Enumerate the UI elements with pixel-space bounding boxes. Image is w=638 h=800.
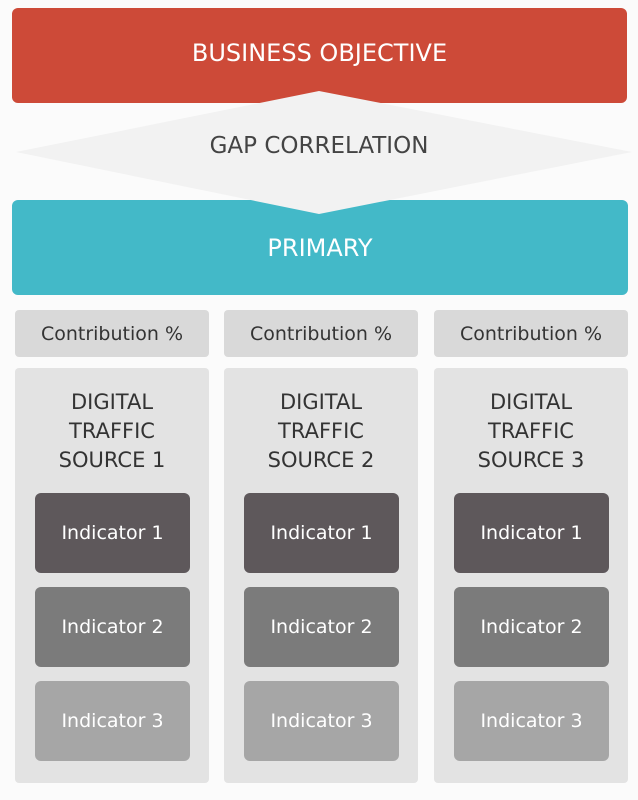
column-title: DIGITAL TRAFFIC SOURCE 3 bbox=[477, 390, 585, 472]
traffic-source-column-2: DIGITAL TRAFFIC SOURCE 2 Indicator 1 Indic… bbox=[224, 368, 418, 783]
indicator-3: Indicator 3 bbox=[244, 681, 399, 761]
indicator-2: Indicator 2 bbox=[454, 587, 609, 667]
gap-correlation-label: GAP CORRELATION bbox=[209, 133, 429, 159]
indicator-3: Indicator 3 bbox=[35, 681, 190, 761]
indicator-2: Indicator 2 bbox=[35, 587, 190, 667]
column-title: DIGITAL TRAFFIC SOURCE 1 bbox=[58, 390, 166, 472]
traffic-source-column-1: DIGITAL TRAFFIC SOURCE 1 Indicator 1 Indic… bbox=[15, 368, 209, 783]
indicator-2: Indicator 2 bbox=[244, 587, 399, 667]
indicator-3: Indicator 3 bbox=[454, 681, 609, 761]
contribution-box-2: Contribution % bbox=[224, 310, 418, 357]
contribution-box-1: Contribution % bbox=[15, 310, 209, 357]
column-title: DIGITAL TRAFFIC SOURCE 2 bbox=[267, 390, 375, 472]
contribution-box-3: Contribution % bbox=[434, 310, 628, 357]
indicator-1: Indicator 1 bbox=[35, 493, 190, 573]
indicator-1: Indicator 1 bbox=[454, 493, 609, 573]
traffic-source-column-3: DIGITAL TRAFFIC SOURCE 3 Indicator 1 Indic… bbox=[434, 368, 628, 783]
gap-correlation-diamond bbox=[16, 91, 632, 214]
indicator-1: Indicator 1 bbox=[244, 493, 399, 573]
